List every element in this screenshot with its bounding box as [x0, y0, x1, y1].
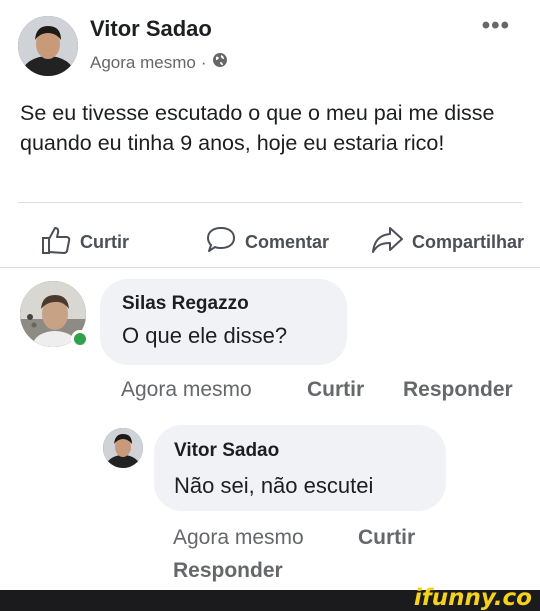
post-time[interactable]: Agora mesmo [90, 53, 196, 73]
reply-text: Não sei, não escutei [174, 473, 374, 498]
like-button[interactable]: Curtir [40, 224, 129, 261]
share-button[interactable]: Compartilhar [370, 224, 524, 261]
more-options-button[interactable]: ••• [482, 12, 510, 40]
share-arrow-icon [370, 224, 404, 261]
thumbs-up-icon [40, 224, 72, 261]
reply-meta: Agora mesmo Curtir Responder [173, 526, 473, 586]
watermark-logo: ifunny.co [413, 585, 532, 611]
meta-separator: · [200, 52, 207, 72]
comment-text: O que ele disse? [122, 323, 288, 348]
author-avatar[interactable] [18, 16, 78, 76]
post-meta: Agora mesmo · [90, 52, 228, 73]
online-status-icon [71, 330, 89, 348]
like-label: Curtir [80, 232, 129, 252]
reply-bubble: Vitor Sadao Não sei, não escutei [154, 425, 446, 511]
reply-avatar[interactable] [103, 428, 143, 468]
reply-author[interactable]: Vitor Sadao [174, 440, 279, 462]
comment-like-button[interactable]: Curtir [307, 378, 364, 402]
comment-reply-button[interactable]: Responder [403, 378, 513, 402]
comment-bubble: Silas Regazzo O que ele disse? [100, 279, 347, 365]
comment-label: Comentar [245, 232, 330, 252]
share-label: Compartilhar [412, 232, 525, 252]
reply-time[interactable]: Agora mesmo [173, 526, 304, 550]
divider-bottom [0, 267, 540, 268]
reply-like-button[interactable]: Curtir [358, 526, 415, 550]
globe-icon [212, 52, 228, 73]
post-text: Se eu tivesse escutado o que o meu pai m… [20, 101, 495, 155]
comment-bubble-icon [205, 224, 237, 261]
post-author-name[interactable]: Vitor Sadao [90, 16, 212, 42]
comment-author[interactable]: Silas Regazzo [122, 293, 249, 315]
comment-button[interactable]: Comentar [205, 224, 329, 261]
comment-time[interactable]: Agora mesmo [121, 378, 252, 402]
reply-reply-button[interactable]: Responder [173, 559, 283, 583]
divider-top [18, 202, 522, 203]
